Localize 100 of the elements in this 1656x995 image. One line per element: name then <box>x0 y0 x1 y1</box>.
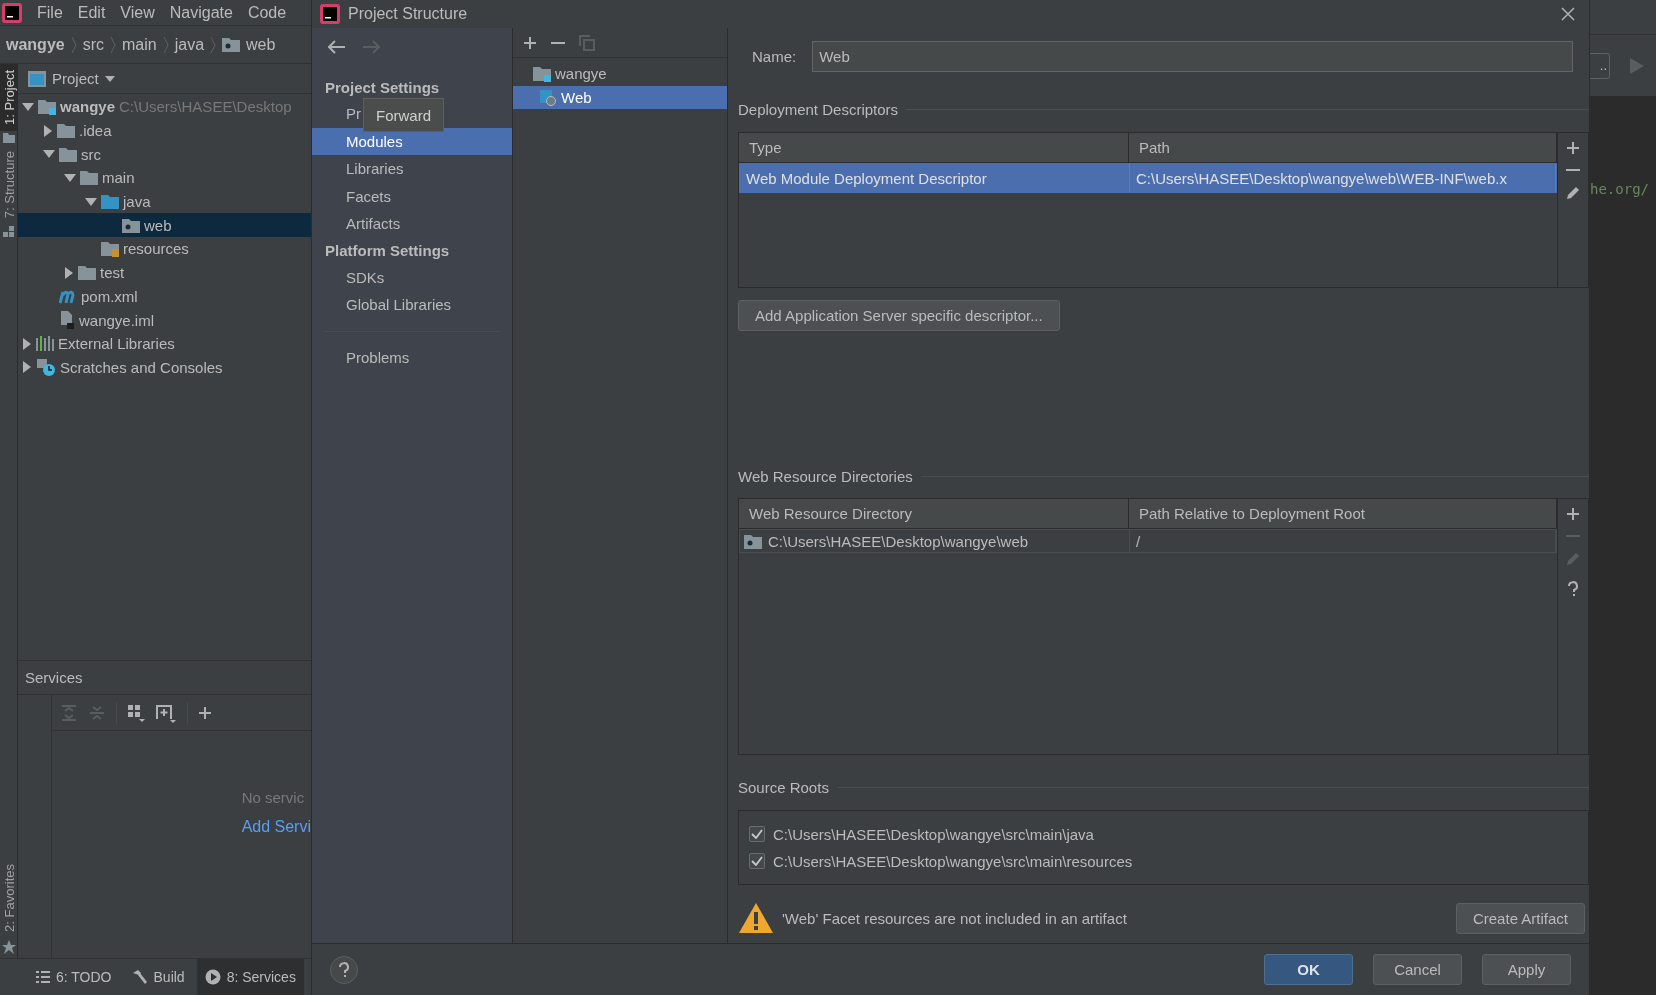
menu-item[interactable]: Navigate <box>169 3 233 22</box>
nav-item[interactable]: Pr <box>312 100 361 128</box>
checkbox[interactable] <box>749 826 765 842</box>
tree-item[interactable]: main <box>18 166 311 190</box>
check-icon <box>751 856 763 866</box>
tree-item[interactable]: Web <box>513 85 727 110</box>
nav-heading: Project Settings <box>324 77 441 98</box>
dialog-button[interactable]: Apply <box>1482 954 1571 985</box>
nav-item[interactable]: Global Libraries <box>312 291 512 319</box>
tool-window-tab[interactable]: 6: TODO <box>28 958 120 995</box>
column-header[interactable]: Path <box>1129 133 1557 162</box>
tree-item[interactable]: wangye.iml <box>18 308 311 332</box>
tree-item[interactable]: wangye C:\Users\HASEE\Desktop <box>18 95 311 119</box>
tree-item[interactable]: .idea <box>18 118 311 143</box>
name-label: Name: <box>752 47 797 65</box>
breadcrumb-item[interactable]: main <box>122 35 157 54</box>
section-title: Web Resource Directories <box>738 467 913 485</box>
tree-item[interactable]: java <box>18 189 311 214</box>
add-icon <box>1566 507 1580 521</box>
tree-item[interactable]: test <box>18 260 311 285</box>
add-icon <box>197 705 212 720</box>
side-tab[interactable]: 2: Favorites <box>0 858 18 938</box>
expand-arrow-icon <box>43 149 55 160</box>
chevron-icon <box>162 35 169 54</box>
tool-window-tab[interactable]: Build <box>123 958 193 995</box>
menu-item[interactable]: File <box>37 3 63 22</box>
pencil-icon <box>1565 551 1581 567</box>
menu-item[interactable]: View <box>120 3 155 22</box>
expand-arrow-icon <box>85 196 97 207</box>
table-row[interactable]: Web Module Deployment Descriptor C:\Users\HASEE\Desktop\wangye\web\WEB-INF\web.x <box>739 163 1557 193</box>
folder-icon <box>78 265 96 281</box>
table-row[interactable]: C:\Users\HASEE\Desktop\wangye\web / <box>739 529 1557 553</box>
tree-item[interactable]: Scratches and Consoles <box>18 355 311 380</box>
ok-button[interactable]: OK <box>1264 954 1353 985</box>
play-circle-icon <box>204 969 221 985</box>
create-artifact-button[interactable]: Create Artifact <box>1455 902 1585 934</box>
checkbox[interactable] <box>749 853 765 869</box>
tree-item[interactable]: web <box>18 213 311 238</box>
nav-item[interactable]: Modules <box>312 127 512 155</box>
dialog-title: Project Structure <box>348 5 469 23</box>
chevron-icon <box>110 35 116 54</box>
panel-title[interactable]: Project <box>52 70 99 87</box>
add-descriptor-button[interactable]: Add Application Server specific descriptor... <box>738 300 1060 331</box>
app-logo-icon <box>2 2 22 23</box>
section-title: Source Roots <box>738 778 829 796</box>
tree-item[interactable]: External Libraries <box>18 331 311 356</box>
column-header[interactable]: Web Resource Directory <box>739 499 1129 528</box>
module-folder-icon <box>533 65 551 82</box>
tree-item[interactable]: pom.xml <box>18 284 311 309</box>
folder-icon <box>80 170 98 186</box>
source-root-path: C:\Users\HASEE\Desktop\wangye\src\main\java <box>773 825 1094 843</box>
dropdown-caret-icon <box>104 75 115 82</box>
italic-m-icon <box>59 288 77 304</box>
folder-icon <box>101 194 119 210</box>
new-group-icon <box>154 702 177 723</box>
toolbar-button[interactable]: .. <box>1590 52 1610 79</box>
tree-item[interactable]: resources <box>18 237 311 261</box>
module-folder-icon <box>38 98 56 115</box>
hammer-icon <box>131 969 148 985</box>
scratch-clock-icon <box>36 358 56 377</box>
pencil-icon <box>1565 185 1581 201</box>
tool-window-tab[interactable]: 8: Services <box>196 958 304 995</box>
chevron-icon <box>70 35 77 54</box>
expand-arrow-icon <box>64 172 76 183</box>
file-icon <box>59 311 75 330</box>
add-icon <box>523 35 537 50</box>
close-icon[interactable] <box>1561 7 1575 21</box>
column-header[interactable]: Path Relative to Deployment Root <box>1129 499 1557 528</box>
table-cell-text: C:\Users\HASEE\Desktop\wangye\web\WEB-INF\web.x <box>1135 169 1507 187</box>
side-tab[interactable]: 1: Project <box>0 64 18 131</box>
resources-folder-icon <box>101 240 119 257</box>
menu-item[interactable]: Code <box>247 3 287 22</box>
table-cell-text: Web Module Deployment Descriptor <box>745 169 987 187</box>
breadcrumb-item[interactable]: web <box>246 35 276 54</box>
help-button[interactable] <box>330 955 358 984</box>
breadcrumb-item[interactable]: java <box>174 35 205 54</box>
nav-item[interactable]: SDKs <box>312 263 512 291</box>
nav-item[interactable]: Artifacts <box>312 210 512 238</box>
nav-item[interactable]: Facets <box>312 182 512 210</box>
menu-item[interactable]: Edit <box>77 3 106 22</box>
tree-item[interactable]: wangye <box>513 62 727 86</box>
nav-item[interactable]: Problems <box>312 343 512 371</box>
globe-file-icon <box>539 89 557 106</box>
remove-icon <box>551 41 565 44</box>
add-service-link[interactable]: Add Servi <box>241 818 311 836</box>
folder-icon <box>59 146 77 162</box>
nav-item[interactable]: Libraries <box>312 155 512 183</box>
panel-title: Services <box>25 669 83 686</box>
breadcrumb-item[interactable]: wangye <box>6 35 65 54</box>
breadcrumb-item[interactable]: src <box>82 35 104 54</box>
collapse-all-icon <box>87 703 106 722</box>
section-title: Deployment Descriptors <box>738 100 899 118</box>
app-logo-icon <box>320 4 340 24</box>
help-icon <box>1567 581 1579 597</box>
back-arrow-icon[interactable] <box>328 40 346 54</box>
dialog-button[interactable]: Cancel <box>1373 954 1462 985</box>
side-tab[interactable]: 7: Structure <box>0 144 18 225</box>
name-field[interactable]: Web <box>812 40 1573 72</box>
tree-item[interactable]: src <box>18 142 311 167</box>
column-header[interactable]: Type <box>739 133 1129 162</box>
